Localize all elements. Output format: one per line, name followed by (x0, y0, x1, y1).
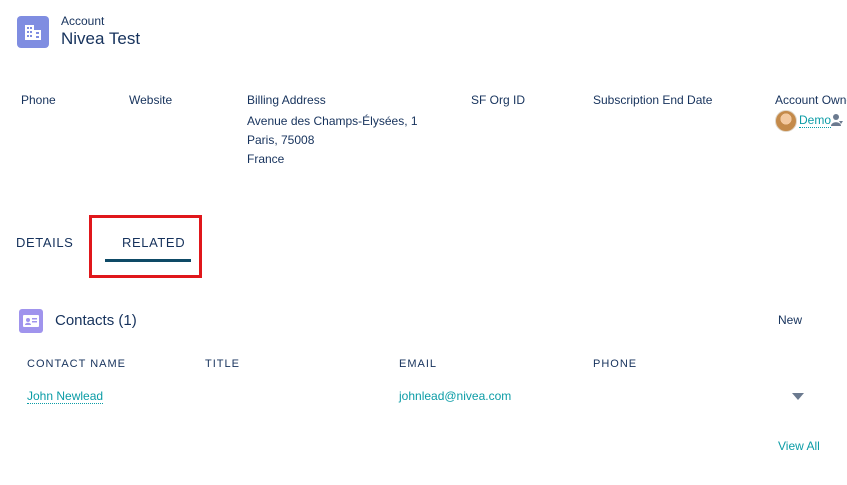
billing-address-street: Avenue des Champs-Élysées, 1 (247, 114, 418, 128)
column-header-phone: PHONE (593, 358, 638, 370)
subscription-end-date-label: Subscription End Date (593, 93, 713, 107)
tab-details[interactable]: DETAILS (16, 235, 73, 250)
row-actions-chevron-down-icon[interactable] (792, 393, 804, 401)
change-owner-icon[interactable] (831, 113, 843, 127)
building-icon (25, 25, 41, 40)
new-contact-button[interactable]: New (778, 313, 802, 327)
column-header-contact-name: CONTACT NAME (27, 358, 126, 370)
contact-name-link[interactable]: John Newlead (27, 389, 104, 404)
billing-address-country: France (247, 152, 285, 166)
record-object-type: Account (61, 14, 105, 28)
billing-address-city: Paris, 75008 (247, 133, 315, 147)
record-title: Nivea Test (61, 29, 141, 48)
account-owner-link[interactable]: Demo (799, 113, 832, 128)
owner-avatar (775, 110, 797, 132)
view-all-link[interactable]: View All (778, 439, 820, 453)
contacts-card-title[interactable]: Contacts (1) (55, 312, 137, 329)
contact-card-icon (23, 315, 39, 327)
contacts-card-icon (19, 309, 43, 333)
account-icon (17, 16, 49, 48)
sf-org-id-label: SF Org ID (471, 93, 526, 107)
account-owner-label: Account Owner (775, 93, 847, 107)
billing-address-label: Billing Address (247, 93, 326, 107)
column-header-title: TITLE (205, 358, 240, 370)
highlight-annotation (89, 215, 202, 278)
contact-email-link[interactable]: johnlead@nivea.com (399, 389, 511, 403)
column-header-email: EMAIL (399, 358, 438, 370)
website-label: Website (129, 93, 173, 107)
phone-label: Phone (21, 93, 56, 107)
